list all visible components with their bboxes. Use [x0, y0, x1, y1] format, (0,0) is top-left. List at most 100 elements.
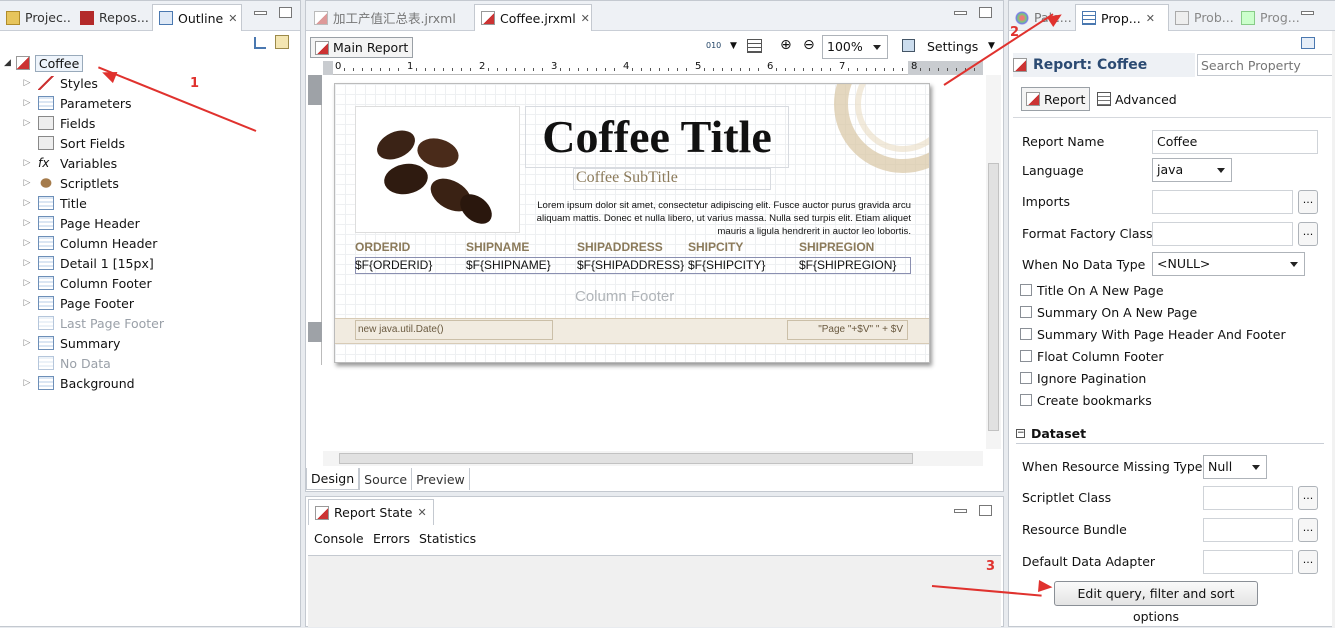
close-icon[interactable]: ✕	[581, 12, 590, 25]
tree-item-last-page-footer[interactable]: Last Page Footer	[22, 313, 164, 333]
tab-summary-report[interactable]: 加工产值汇总表.jrxml	[308, 4, 474, 31]
column-header-shipregion[interactable]: SHIPREGION	[799, 240, 874, 254]
tab-progress[interactable]: Prog...	[1235, 4, 1305, 31]
checkbox-box[interactable]	[1020, 372, 1032, 384]
tree-item-page-footer[interactable]: ▷ Page Footer	[22, 293, 134, 313]
expand-arrow-icon[interactable]: ▷	[22, 98, 32, 108]
report-canvas[interactable]: Coffee Title Coffee SubTitle Lorem ipsum…	[334, 83, 930, 363]
detail-field[interactable]: $F{SHIPREGION}	[799, 258, 896, 272]
tab-preview[interactable]: Preview	[411, 468, 470, 490]
resource-bundle-browse-button[interactable]: ...	[1298, 518, 1318, 542]
data-adapter-field[interactable]	[1203, 550, 1293, 574]
column-footer-label[interactable]: Column Footer	[575, 288, 674, 305]
search-property-input[interactable]	[1197, 54, 1335, 76]
vertical-scrollbar[interactable]	[986, 75, 1001, 449]
horizontal-scrollbar[interactable]	[323, 451, 983, 466]
checkbox-create-bookmarks[interactable]: Create bookmarks	[1020, 391, 1152, 409]
tab-source[interactable]: Source	[359, 468, 411, 490]
column-header-shipaddress[interactable]: SHIPADDRESS	[577, 240, 663, 254]
expand-arrow-icon[interactable]: ▷	[22, 298, 32, 308]
detail-field[interactable]: $F{SHIPADDRESS}	[577, 258, 684, 272]
tree-item-background[interactable]: ▷ Background	[22, 373, 135, 393]
column-header-shipname[interactable]: SHIPNAME	[466, 240, 529, 254]
maximize-icon[interactable]	[279, 7, 292, 18]
language-select[interactable]: java	[1152, 158, 1232, 182]
checkbox-box[interactable]	[1020, 306, 1032, 318]
checkbox-float-column-footer[interactable]: Float Column Footer	[1020, 347, 1163, 365]
maximize-icon[interactable]	[979, 505, 992, 516]
checkbox-box[interactable]	[1020, 284, 1032, 296]
resource-missing-select[interactable]: Null	[1203, 455, 1267, 479]
expand-arrow-icon[interactable]: ▷	[22, 178, 32, 188]
zoom-out-icon[interactable]: ⊖	[803, 37, 815, 53]
tab-statistics[interactable]: Statistics	[419, 531, 476, 546]
tab-errors[interactable]: Errors	[373, 531, 410, 546]
tree-item-scriptlets[interactable]: ▷ Scriptlets	[22, 173, 119, 193]
expand-arrow-icon[interactable]: ▷	[22, 218, 32, 228]
dropdown-arrow-icon[interactable]: ▼	[988, 41, 995, 51]
minimize-icon[interactable]	[254, 11, 267, 15]
expand-arrow-icon[interactable]: ▷	[22, 198, 32, 208]
minimize-icon[interactable]	[954, 11, 967, 15]
expand-arrow-icon[interactable]: ▷	[22, 118, 32, 128]
close-icon[interactable]: ✕	[1146, 12, 1155, 25]
tree-item-no-data[interactable]: No Data	[22, 353, 111, 373]
expand-arrow-icon[interactable]: ▷	[22, 278, 32, 288]
data-adapter-browse-button[interactable]: ...	[1298, 550, 1318, 574]
report-subtitle[interactable]: Coffee SubTitle	[573, 168, 771, 190]
checkbox-summary-with-page-header-and-footer[interactable]: Summary With Page Header And Footer	[1020, 325, 1286, 343]
collapse-all-icon[interactable]	[254, 37, 266, 49]
subtab-report[interactable]: Report	[1021, 87, 1091, 111]
checkbox-summary-on-a-new-page[interactable]: Summary On A New Page	[1020, 303, 1197, 321]
tree-item-summary[interactable]: ▷ Summary	[22, 333, 121, 353]
tree-item-fields[interactable]: ▷ Fields	[22, 113, 96, 133]
expand-arrow-icon[interactable]: ◢	[4, 58, 11, 68]
tree-root[interactable]: ◢ Coffee	[4, 53, 84, 73]
edit-query-button[interactable]: Edit query, filter and sort options	[1054, 581, 1258, 624]
checkbox-title-on-a-new-page[interactable]: Title On A New Page	[1020, 281, 1164, 299]
tree-item-parameters[interactable]: ▷ Parameters	[22, 93, 132, 113]
tree-item-styles[interactable]: ▷ Styles	[22, 73, 98, 93]
detail-field[interactable]: $F{SHIPNAME}	[466, 258, 551, 272]
tree-item-detail-1[interactable]: ▷ Detail 1 [15px]	[22, 253, 154, 273]
expand-arrow-icon[interactable]: ▷	[22, 78, 32, 88]
scriptlet-browse-button[interactable]: ...	[1298, 486, 1318, 510]
pin-view-icon[interactable]	[1301, 37, 1315, 49]
close-icon[interactable]: ✕	[228, 12, 237, 25]
format-factory-browse-button[interactable]: ...	[1298, 222, 1318, 246]
scriptlet-class-field[interactable]	[1203, 486, 1293, 510]
zoom-select[interactable]: 100%	[822, 35, 888, 59]
dataset-section[interactable]: − Dataset	[1016, 424, 1324, 444]
expand-arrow-icon[interactable]: ▷	[22, 338, 32, 348]
tree-item-title[interactable]: ▷ Title	[22, 193, 87, 213]
tree-item-variables[interactable]: ▷ fx Variables	[22, 153, 118, 173]
tree-item-page-header[interactable]: ▷ Page Header	[22, 213, 140, 233]
checkbox-box[interactable]	[1020, 328, 1032, 340]
detail-field[interactable]: $F{ORDERID}	[355, 258, 432, 272]
tab-repository[interactable]: Repos...	[74, 4, 152, 31]
tab-coffee-jrxml[interactable]: Coffee.jrxml ✕	[474, 4, 592, 31]
column-header-orderid[interactable]: ORDERID	[355, 240, 410, 254]
page-number-expression[interactable]: "Page "+$V" " + $V	[787, 320, 908, 340]
column-header-shipcity[interactable]: SHIPCITY	[688, 240, 743, 254]
lorem-text[interactable]: Lorem ipsum dolor sit amet, consectetur …	[525, 199, 911, 238]
close-icon[interactable]: ✕	[418, 506, 427, 519]
report-title[interactable]: Coffee Title	[525, 106, 789, 168]
checkbox-box[interactable]	[1020, 350, 1032, 362]
maximize-icon[interactable]	[979, 7, 992, 18]
expand-arrow-icon[interactable]: ▷	[22, 258, 32, 268]
tab-properties[interactable]: Prop... ✕	[1075, 4, 1169, 31]
expand-arrow-icon[interactable]: ▷	[22, 158, 32, 168]
detail-field[interactable]: $F{SHIPCITY}	[688, 258, 765, 272]
expand-arrow-icon[interactable]: ▷	[22, 238, 32, 248]
checkbox-ignore-pagination[interactable]: Ignore Pagination	[1020, 369, 1146, 387]
tab-project[interactable]: Projec...	[0, 4, 72, 31]
no-data-type-select[interactable]: <NULL>	[1152, 252, 1305, 276]
tree-item-column-header[interactable]: ▷ Column Header	[22, 233, 158, 253]
minimize-icon[interactable]	[954, 509, 967, 513]
tab-outline[interactable]: Outline ✕	[152, 4, 242, 31]
format-factory-field[interactable]	[1152, 222, 1293, 246]
date-expression[interactable]: new java.util.Date()	[355, 320, 553, 340]
tree-item-sort-fields[interactable]: Sort Fields	[22, 133, 125, 153]
imports-browse-button[interactable]: ...	[1298, 190, 1318, 214]
